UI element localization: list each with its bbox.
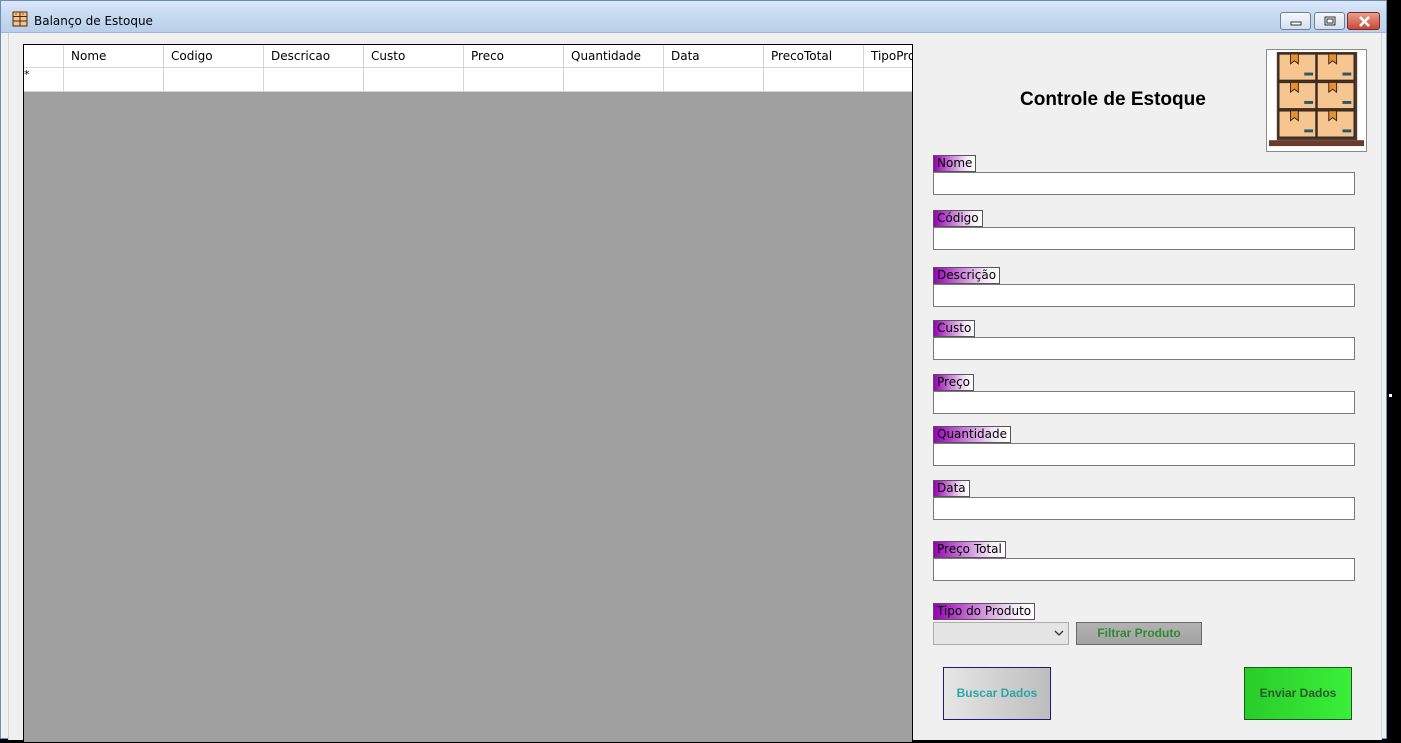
table-cell[interactable]	[364, 68, 464, 92]
label-quantidade: Quantidade	[933, 426, 1012, 443]
stock-data-grid[interactable]: Nome Codigo Descricao Custo Preco Quanti…	[23, 44, 913, 743]
preco-input[interactable]	[933, 391, 1355, 414]
new-row-marker[interactable]: *	[24, 68, 64, 92]
label-descricao: Descrição	[933, 267, 1001, 284]
chevron-down-icon	[1054, 630, 1064, 636]
restore-icon	[1324, 16, 1336, 26]
maximize-button[interactable]	[1314, 12, 1345, 30]
title-bar[interactable]: Balanço de Estoque	[1, 1, 1386, 33]
table-cell[interactable]	[764, 68, 864, 92]
warehouse-shelf-logo	[1266, 49, 1367, 152]
table-cell[interactable]	[464, 68, 564, 92]
table-cell[interactable]	[164, 68, 264, 92]
label-tipo-produto: Tipo do Produto	[933, 603, 1036, 620]
column-header-quantidade[interactable]: Quantidade	[564, 45, 664, 68]
table-cell[interactable]	[264, 68, 364, 92]
preco-total-input[interactable]	[933, 558, 1355, 581]
column-header-nome[interactable]: Nome	[64, 45, 164, 68]
buscar-dados-button[interactable]: Buscar Dados	[943, 667, 1051, 720]
column-header-preco[interactable]: Preco	[464, 45, 564, 68]
grid-corner-cell[interactable]	[24, 45, 64, 68]
column-header-descricao[interactable]: Descricao	[264, 45, 364, 68]
table-cell[interactable]	[64, 68, 164, 92]
page-title: Controle de Estoque	[1020, 89, 1206, 110]
resize-handle[interactable]	[1388, 393, 1393, 398]
column-header-precototal[interactable]: PrecoTotal	[764, 45, 864, 68]
table-cell[interactable]	[864, 68, 912, 92]
column-header-codigo[interactable]: Codigo	[164, 45, 264, 68]
nome-input[interactable]	[933, 172, 1355, 195]
tipo-produto-select[interactable]	[933, 622, 1069, 645]
table-cell[interactable]	[564, 68, 664, 92]
label-preco: Preço	[933, 374, 975, 391]
close-button[interactable]	[1347, 12, 1380, 30]
minimize-icon	[1290, 21, 1302, 26]
codigo-input[interactable]	[933, 227, 1355, 250]
label-data: Data	[933, 480, 970, 497]
grid-header-row: Nome Codigo Descricao Custo Preco Quanti…	[24, 45, 912, 68]
data-input[interactable]	[933, 497, 1355, 520]
label-nome: Nome	[933, 155, 977, 172]
quantidade-input[interactable]	[933, 443, 1355, 466]
enviar-dados-button[interactable]: Enviar Dados	[1244, 667, 1352, 720]
table-row[interactable]: *	[24, 68, 912, 92]
window-title: Balanço de Estoque	[34, 14, 153, 28]
label-custo: Custo	[933, 320, 976, 337]
minimize-button[interactable]	[1280, 12, 1311, 30]
label-codigo: Código	[933, 210, 983, 227]
column-header-custo[interactable]: Custo	[364, 45, 464, 68]
close-icon	[1359, 16, 1370, 27]
custo-input[interactable]	[933, 337, 1355, 360]
column-header-data[interactable]: Data	[664, 45, 764, 68]
filtrar-produto-button[interactable]: Filtrar Produto	[1076, 622, 1202, 645]
column-header-tipoproduto[interactable]: TipoPro	[864, 45, 912, 68]
label-preco-total: Preço Total	[933, 541, 1006, 558]
descricao-input[interactable]	[933, 284, 1355, 307]
shelf-boxes-icon	[12, 11, 28, 27]
table-cell[interactable]	[664, 68, 764, 92]
